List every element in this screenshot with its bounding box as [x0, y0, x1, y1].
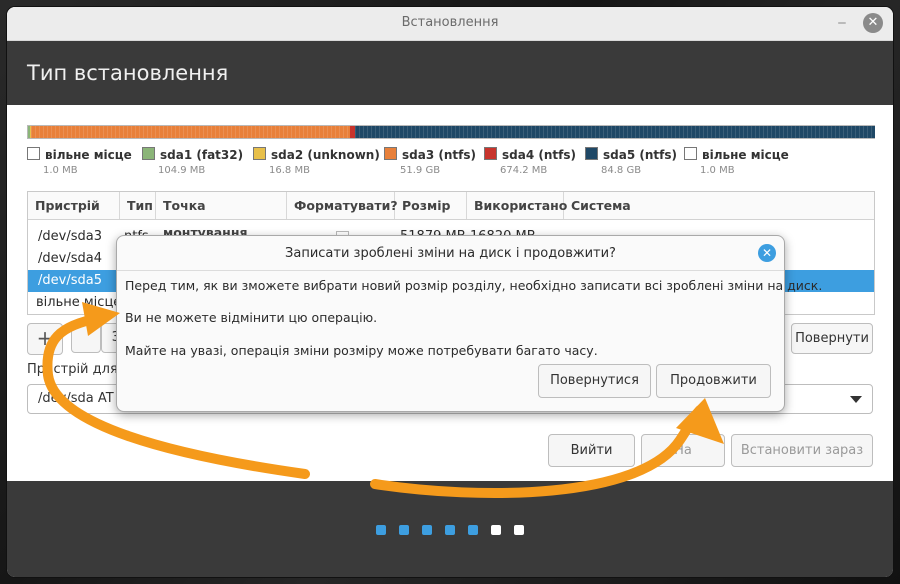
quit-button[interactable]: Вийти — [548, 434, 635, 467]
legend-item: sda5 (ntfs) 84.8 GB — [585, 147, 677, 176]
column-format[interactable]: Форматувати? — [287, 192, 398, 219]
legend-size: 1.0 MB — [700, 165, 735, 176]
column-size[interactable]: Розмір — [395, 192, 467, 219]
revert-button[interactable]: Повернути — [791, 323, 873, 354]
cell-device: /dev/sda5 — [38, 273, 102, 288]
progress-dot — [399, 525, 409, 535]
confirm-dialog: Записати зроблені зміни на диск і продов… — [116, 235, 822, 412]
legend-size: 84.8 GB — [601, 165, 642, 176]
dialog-message-2: Ви не можете відмінити цю операцію. — [125, 310, 378, 325]
dialog-back-button[interactable]: Повернутися — [538, 364, 651, 398]
cell-device: вільне місце — [36, 295, 122, 310]
table-header: Пристрій Тип Точка монтування Форматуват… — [28, 192, 874, 240]
dialog-message-3: Майте на увазі, операція зміни розміру м… — [125, 343, 598, 358]
progress-dot — [376, 525, 386, 535]
legend-size: 674.2 MB — [500, 165, 548, 176]
legend-label: sda1 (fat32) — [160, 148, 244, 162]
legend-swatch — [253, 147, 266, 160]
legend-label: вільне місце — [45, 148, 132, 162]
legend-label: sda3 (ntfs) — [402, 148, 476, 162]
legend-label: вільне місце — [702, 148, 789, 162]
dialog-message-1: Перед тим, як ви зможете вибрати новий р… — [125, 278, 823, 293]
close-icon[interactable]: ✕ — [758, 244, 776, 262]
legend-swatch — [142, 147, 155, 160]
add-partition-button[interactable]: + — [27, 323, 63, 355]
disk-usage-bar — [27, 125, 875, 139]
column-mount-point[interactable]: Точка монтування — [156, 192, 287, 240]
progress-dot — [468, 525, 478, 535]
progress-dot — [514, 525, 524, 535]
dialog-title: Записати зроблені зміни на диск і продов… — [285, 246, 616, 261]
continue-button[interactable]: Продовжити — [656, 364, 771, 398]
legend-swatch — [585, 147, 598, 160]
chevron-down-icon — [850, 396, 862, 403]
page-title: Тип встановлення — [27, 61, 229, 85]
legend-item: вільне місце 1.0 MB — [27, 147, 132, 176]
legend-size: 16.8 MB — [269, 165, 310, 176]
cell-device: /dev/sda4 — [38, 251, 102, 266]
legend-label: sda5 (ntfs) — [603, 148, 677, 162]
footer — [7, 481, 893, 577]
title-bar: Встановлення ‒ ✕ — [7, 7, 893, 41]
minimize-icon[interactable]: ‒ — [835, 16, 849, 32]
legend-swatch — [484, 147, 497, 160]
bootloader-device-value: /dev/sda AT — [38, 391, 114, 406]
install-now-button[interactable]: Встановити зараз — [731, 434, 873, 467]
column-system[interactable]: Система — [564, 192, 874, 219]
legend-item: sda2 (unknown) 16.8 MB — [253, 147, 380, 176]
dialog-divider — [117, 270, 784, 271]
legend-size: 1.0 MB — [43, 165, 78, 176]
legend-item: sda4 (ntfs) 674.2 MB — [484, 147, 576, 176]
legend-size: 104.9 MB — [158, 165, 206, 176]
legend-size: 51.9 GB — [400, 165, 441, 176]
column-device[interactable]: Пристрій — [28, 192, 120, 219]
column-type[interactable]: Тип — [120, 192, 156, 219]
legend-swatch — [384, 147, 397, 160]
plus-icon: + — [36, 326, 54, 350]
legend-item: вільне місце 1.0 MB — [684, 147, 789, 176]
progress-dot — [445, 525, 455, 535]
cell-device: /dev/sda3 — [38, 229, 102, 244]
legend-label: sda2 (unknown) — [271, 148, 380, 162]
disk-legend: вільне місце 1.0 MB sda1 (fat32) 104.9 MB … — [27, 147, 877, 179]
page-header: Тип встановлення — [7, 41, 893, 105]
legend-item: sda3 (ntfs) 51.9 GB — [384, 147, 476, 176]
legend-label: sda4 (ntfs) — [502, 148, 576, 162]
progress-dot — [422, 525, 432, 535]
remove-partition-button[interactable] — [71, 323, 101, 353]
disk-segment — [30, 126, 351, 138]
legend-item: sda1 (fat32) 104.9 MB — [142, 147, 243, 176]
bootloader-label: Пристрій для в — [27, 362, 130, 377]
legend-swatch — [27, 147, 40, 160]
disk-segment — [354, 126, 875, 138]
legend-swatch — [684, 147, 697, 160]
progress-dot — [491, 525, 501, 535]
column-used[interactable]: Використано — [467, 192, 567, 219]
back-button[interactable]: На — [641, 434, 725, 467]
window-title: Встановлення — [401, 15, 499, 30]
close-icon[interactable]: ✕ — [863, 13, 883, 33]
